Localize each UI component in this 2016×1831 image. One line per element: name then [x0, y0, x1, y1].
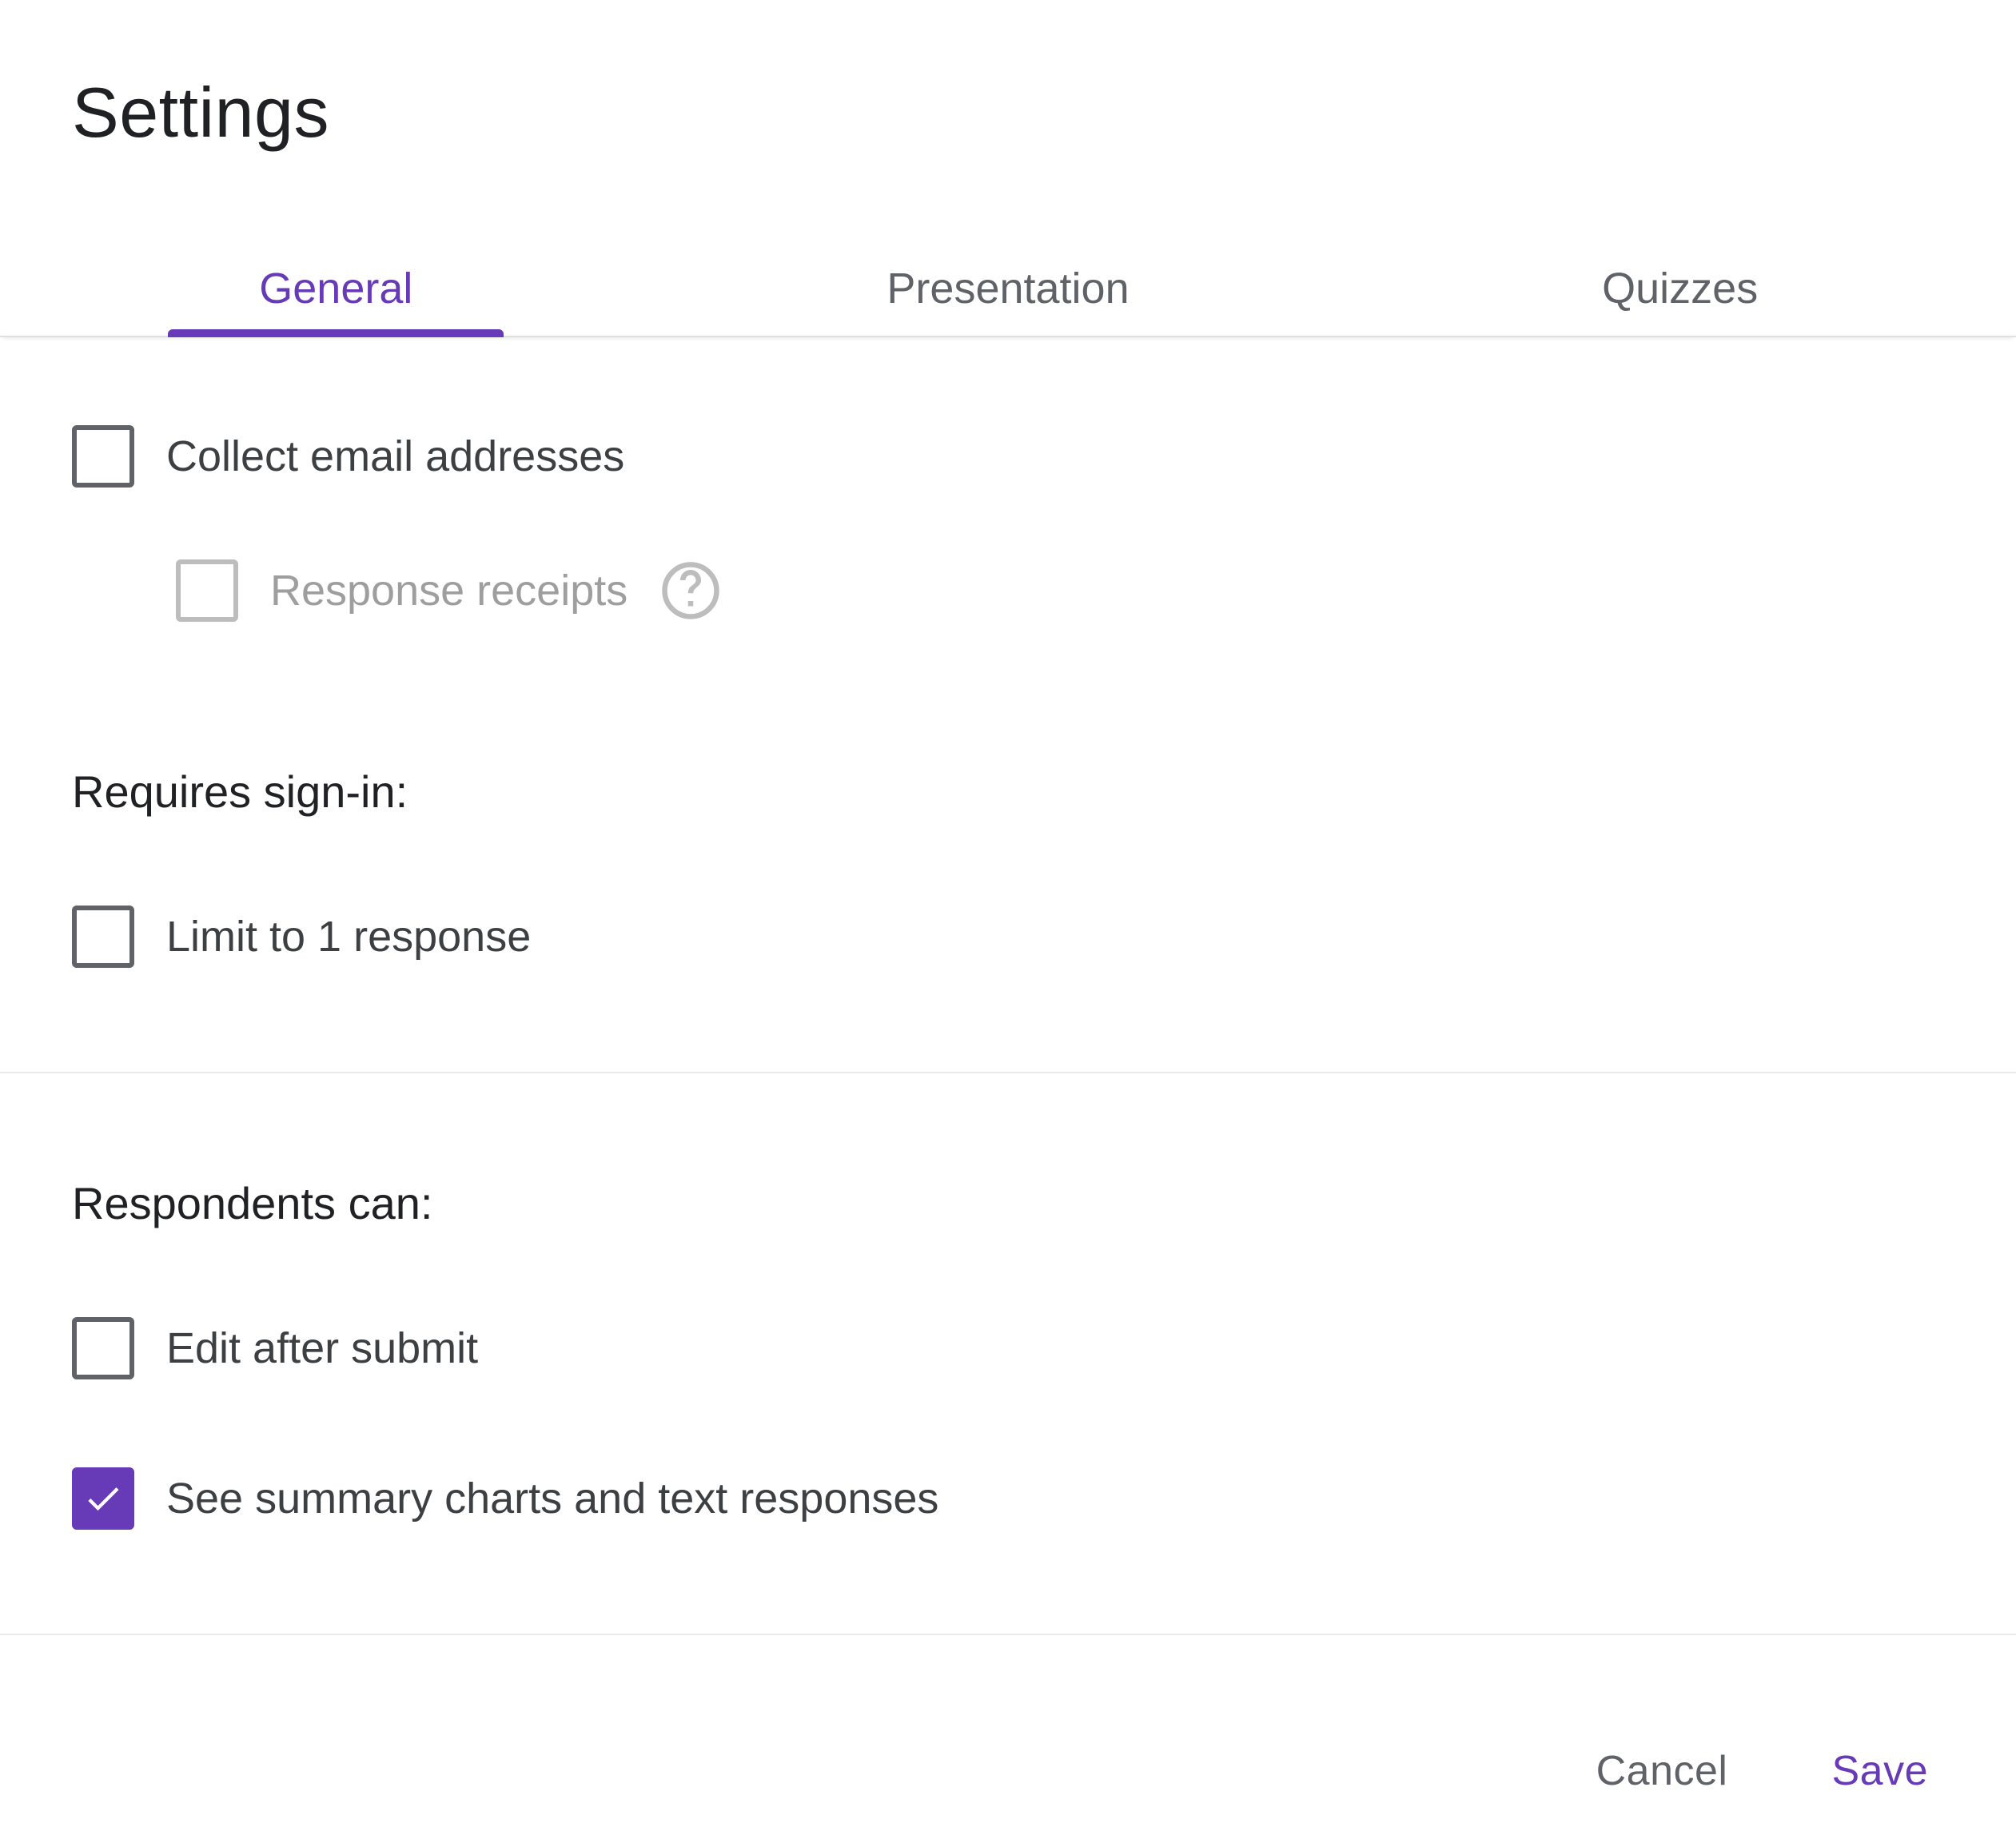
tab-general[interactable]: General	[0, 241, 672, 336]
edit-after-submit-checkbox[interactable]	[72, 1317, 134, 1379]
check-icon	[82, 1478, 124, 1519]
tab-label: Presentation	[886, 265, 1129, 312]
limit-one-checkbox[interactable]	[72, 906, 134, 968]
see-summary-label: See summary charts and text responses	[166, 1474, 938, 1523]
section-divider	[0, 1072, 2016, 1073]
see-summary-checkbox[interactable]	[72, 1467, 134, 1530]
tabs-bar: General Presentation Quizzes	[0, 241, 2016, 337]
dialog-title: Settings	[0, 0, 2016, 153]
response-receipts-label: Response receipts	[270, 566, 628, 615]
collect-email-checkbox[interactable]	[72, 425, 134, 488]
limit-one-label: Limit to 1 response	[166, 912, 531, 961]
edit-after-submit-label: Edit after submit	[166, 1323, 478, 1373]
dialog-footer: Cancel Save	[0, 1635, 2016, 1811]
general-section: Collect email addresses Response receipt…	[0, 425, 2016, 968]
collect-email-row: Collect email addresses	[72, 425, 1944, 488]
settings-dialog: Settings General Presentation Quizzes Co…	[0, 0, 2016, 1831]
tab-quizzes[interactable]: Quizzes	[1344, 241, 2016, 336]
response-receipts-row: Response receipts	[72, 559, 1944, 622]
requires-signin-heading: Requires sign-in:	[72, 766, 1944, 818]
respondents-can-heading: Respondents can:	[72, 1177, 1944, 1229]
respondents-section: Respondents can: Edit after submit See s…	[0, 1177, 2016, 1530]
edit-after-submit-row: Edit after submit	[72, 1317, 1944, 1379]
question-circle-icon	[659, 559, 722, 622]
tab-label: General	[259, 265, 412, 312]
collect-email-label: Collect email addresses	[166, 432, 624, 481]
save-button[interactable]: Save	[1815, 1731, 1944, 1811]
response-receipts-checkbox	[176, 559, 238, 622]
tab-label: Quizzes	[1602, 265, 1758, 312]
limit-one-row: Limit to 1 response	[72, 906, 1944, 968]
help-icon[interactable]	[659, 559, 722, 622]
see-summary-row: See summary charts and text responses	[72, 1467, 1944, 1530]
tab-presentation[interactable]: Presentation	[672, 241, 1345, 336]
cancel-button[interactable]: Cancel	[1580, 1731, 1744, 1811]
